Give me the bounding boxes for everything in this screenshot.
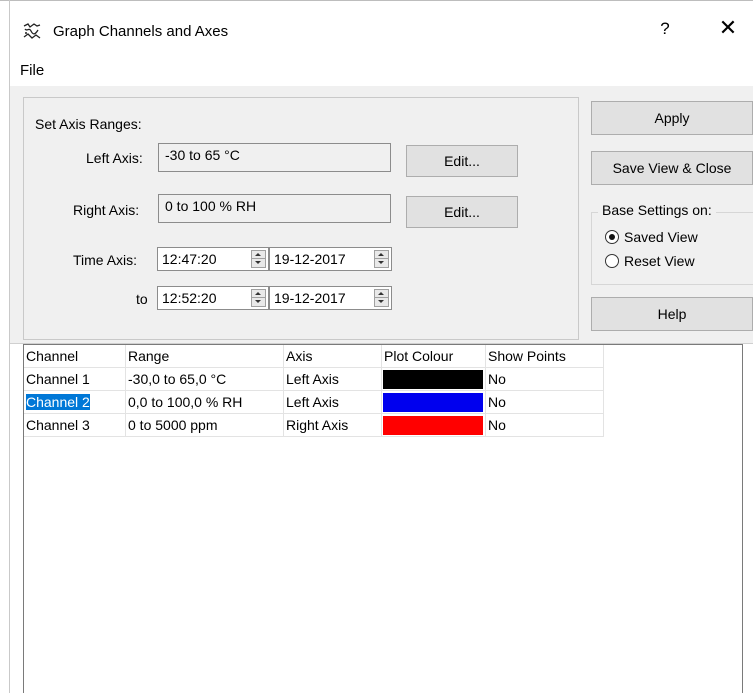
spin-up-icon[interactable] bbox=[375, 290, 388, 298]
cell-plot-colour[interactable] bbox=[382, 414, 486, 437]
apply-button[interactable]: Apply bbox=[591, 101, 753, 135]
right-axis-edit-button[interactable]: Edit... bbox=[406, 196, 518, 228]
title-help-button[interactable]: ? bbox=[653, 19, 677, 45]
close-button[interactable]: ✕ bbox=[712, 15, 744, 47]
right-axis-range-field: 0 to 100 % RH bbox=[158, 194, 391, 223]
cell-range[interactable]: 0,0 to 100,0 % RH bbox=[126, 391, 284, 414]
dialog-window: Graph Channels and Axes ? ✕ File Set Axi… bbox=[0, 0, 753, 693]
time-to-value: 12:52:20 bbox=[162, 290, 217, 306]
help-button[interactable]: Help bbox=[591, 297, 753, 331]
cell-show-points[interactable]: No bbox=[486, 414, 604, 437]
cell-axis[interactable]: Left Axis bbox=[284, 368, 382, 391]
window-title: Graph Channels and Axes bbox=[53, 23, 229, 40]
spin-down-icon[interactable] bbox=[252, 298, 265, 306]
cell-plot-colour[interactable] bbox=[382, 368, 486, 391]
cell-show-points[interactable]: No bbox=[486, 391, 604, 414]
cell-plot-colour[interactable] bbox=[382, 391, 486, 414]
left-axis-label: Left Axis: bbox=[86, 150, 143, 166]
radio-saved-view[interactable]: Saved View bbox=[605, 229, 698, 245]
cell-channel[interactable]: Channel 2 bbox=[24, 391, 126, 414]
radio-checked-icon[interactable] bbox=[605, 230, 619, 244]
title-bar: Graph Channels and Axes ? ✕ bbox=[10, 1, 753, 56]
spin-down-icon[interactable] bbox=[375, 259, 388, 267]
date-from-spin-buttons[interactable] bbox=[374, 250, 389, 268]
radio-reset-view-label: Reset View bbox=[624, 253, 695, 269]
header-show-points[interactable]: Show Points bbox=[486, 345, 604, 368]
cell-range[interactable]: -30,0 to 65,0 °C bbox=[126, 368, 284, 391]
colour-swatch[interactable] bbox=[383, 416, 483, 435]
spin-up-icon[interactable] bbox=[375, 251, 388, 259]
base-settings-group bbox=[591, 212, 753, 285]
selected-channel-label[interactable]: Channel 2 bbox=[26, 394, 90, 410]
colour-swatch[interactable] bbox=[383, 393, 483, 412]
to-label: to bbox=[136, 291, 148, 307]
radio-unchecked-icon[interactable] bbox=[605, 254, 619, 268]
left-axis-edit-button[interactable]: Edit... bbox=[406, 145, 518, 177]
cell-range[interactable]: 0 to 5000 ppm bbox=[126, 414, 284, 437]
menu-file[interactable]: File bbox=[20, 62, 44, 79]
spin-up-icon[interactable] bbox=[252, 251, 265, 259]
graph-app-icon bbox=[23, 23, 41, 39]
date-from-value: 19-12-2017 bbox=[274, 251, 346, 267]
time-to-spin-buttons[interactable] bbox=[251, 289, 266, 307]
date-to-spinner[interactable]: 19-12-2017 bbox=[269, 286, 392, 310]
spin-down-icon[interactable] bbox=[375, 298, 388, 306]
header-range[interactable]: Range bbox=[126, 345, 284, 368]
spin-down-icon[interactable] bbox=[252, 259, 265, 267]
save-view-close-button[interactable]: Save View & Close bbox=[591, 151, 753, 185]
radio-saved-view-label: Saved View bbox=[624, 229, 698, 245]
time-from-spinner[interactable]: 12:47:20 bbox=[157, 247, 269, 271]
radio-reset-view[interactable]: Reset View bbox=[605, 253, 695, 269]
date-to-spin-buttons[interactable] bbox=[374, 289, 389, 307]
header-channel[interactable]: Channel bbox=[24, 345, 126, 368]
time-from-spin-buttons[interactable] bbox=[251, 250, 266, 268]
base-settings-label: Base Settings on: bbox=[598, 202, 716, 218]
header-axis[interactable]: Axis bbox=[284, 345, 382, 368]
cell-axis[interactable]: Right Axis bbox=[284, 414, 382, 437]
cell-axis[interactable]: Left Axis bbox=[284, 391, 382, 414]
channels-grid[interactable]: Channel Range Axis Plot Colour Show Poin… bbox=[23, 344, 743, 693]
colour-swatch[interactable] bbox=[383, 370, 483, 389]
date-from-spinner[interactable]: 19-12-2017 bbox=[269, 247, 392, 271]
cell-channel[interactable]: Channel 3 bbox=[24, 414, 126, 437]
date-to-value: 19-12-2017 bbox=[274, 290, 346, 306]
time-to-spinner[interactable]: 12:52:20 bbox=[157, 286, 269, 310]
time-axis-label: Time Axis: bbox=[73, 252, 138, 268]
menu-bar: File bbox=[10, 56, 753, 86]
cell-channel[interactable]: Channel 1 bbox=[24, 368, 126, 391]
header-plot-colour[interactable]: Plot Colour bbox=[382, 345, 486, 368]
left-axis-range-field: -30 to 65 °C bbox=[158, 143, 391, 172]
spin-up-icon[interactable] bbox=[252, 290, 265, 298]
time-from-value: 12:47:20 bbox=[162, 251, 217, 267]
right-axis-label: Right Axis: bbox=[73, 202, 140, 218]
cell-show-points[interactable]: No bbox=[486, 368, 604, 391]
axis-ranges-label: Set Axis Ranges: bbox=[35, 116, 142, 132]
